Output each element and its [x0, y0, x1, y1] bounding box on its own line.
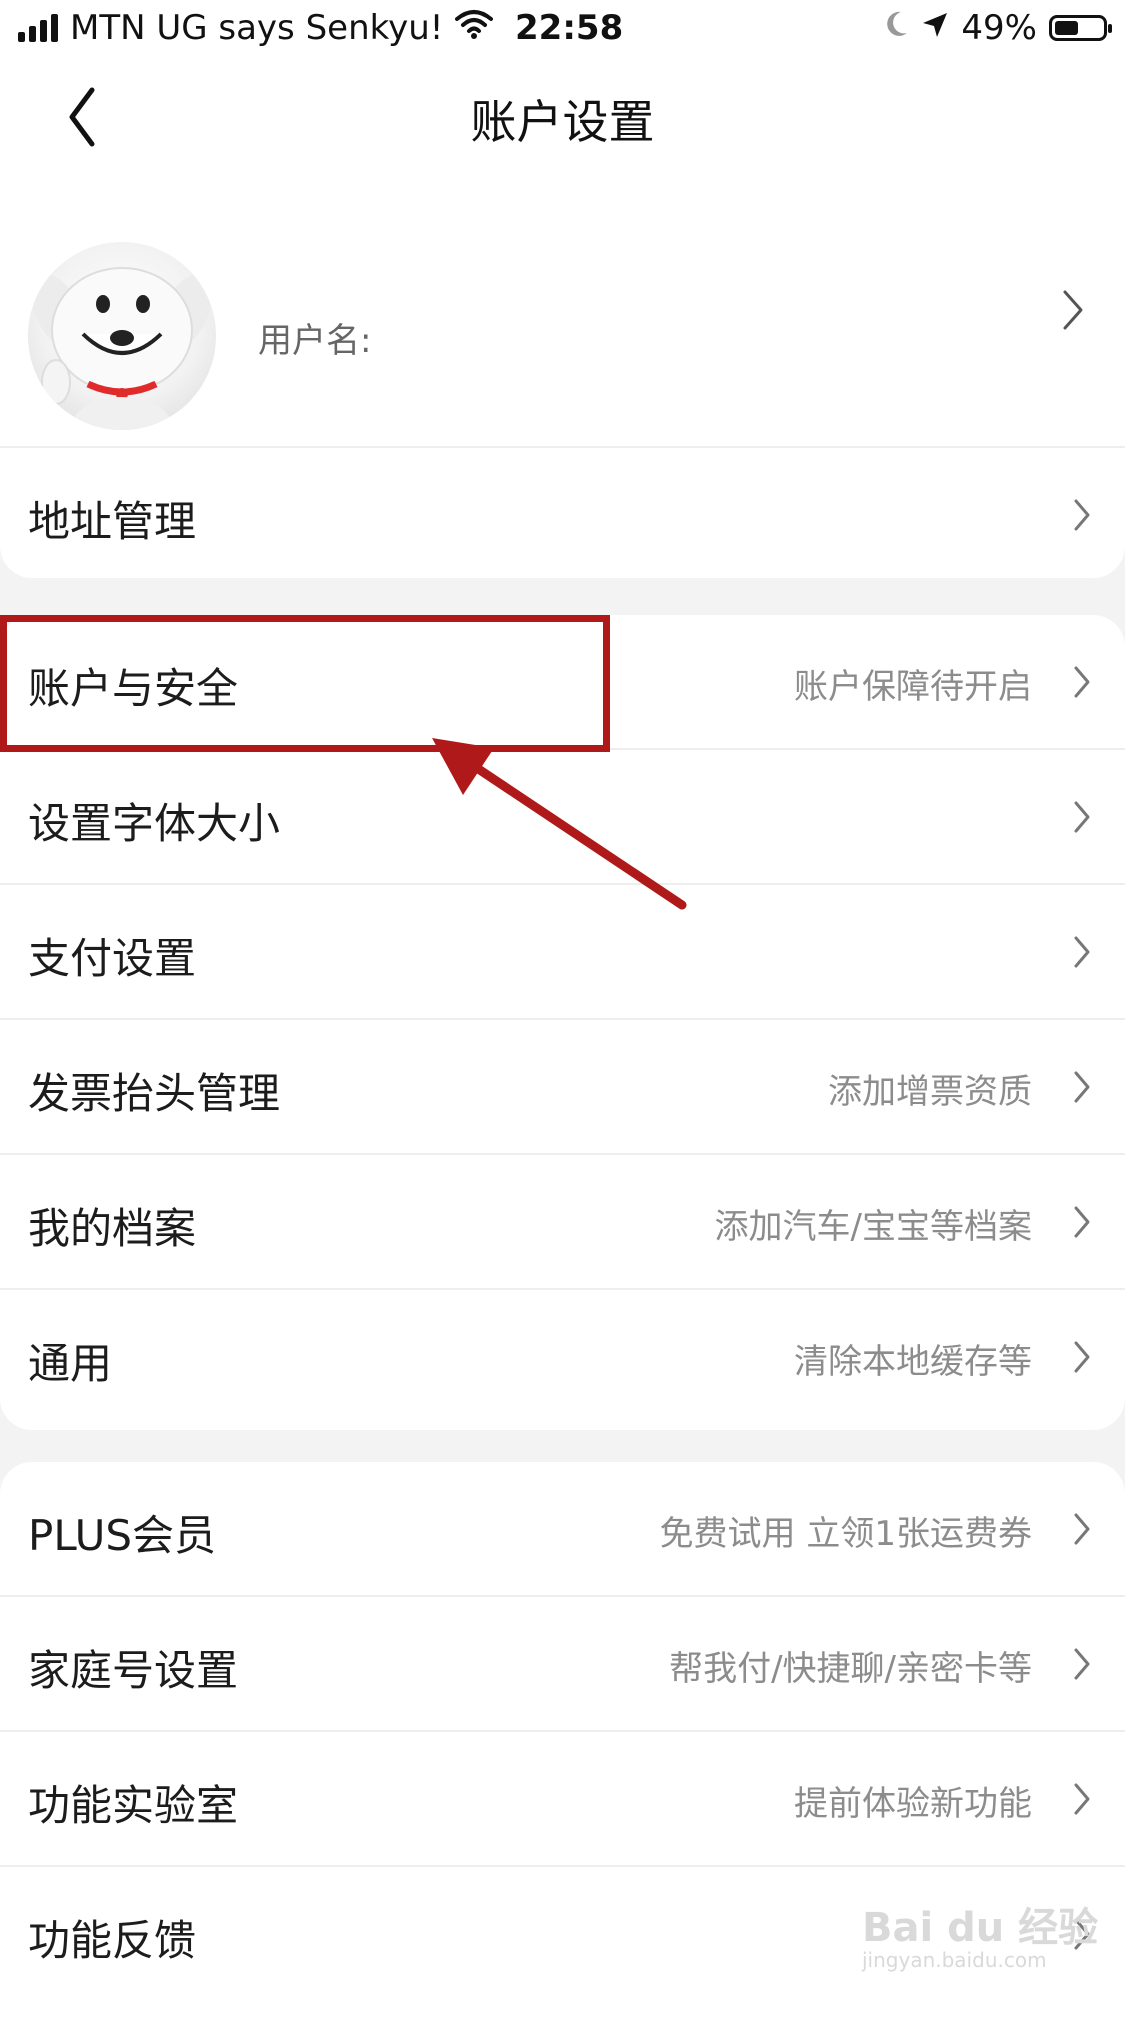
chevron-right-icon — [1073, 1205, 1091, 1243]
row-value: 账户保障待开启 — [794, 667, 1032, 707]
profile-row[interactable]: 用户名: — [0, 178, 1125, 448]
row-label: 设置字体大小 — [28, 799, 281, 848]
battery-icon — [1049, 15, 1112, 41]
clock: 22:58 — [515, 8, 624, 48]
watermark-url: jingyan.baidu.com — [862, 1948, 1047, 1972]
settings-row-family-account[interactable]: 家庭号设置 帮我付/快捷聊/亲密卡等 — [0, 1597, 1125, 1732]
wifi-icon — [455, 8, 494, 48]
page-title: 账户设置 — [470, 95, 655, 149]
signal-icon — [18, 14, 58, 42]
row-value: 清除本地缓存等 — [794, 1342, 1032, 1382]
row-label: 我的档案 — [28, 1204, 197, 1253]
settings-row-general[interactable]: 通用 清除本地缓存等 — [0, 1290, 1125, 1425]
chevron-right-icon — [1061, 288, 1085, 336]
settings-row-plus-membership[interactable]: PLUS会员 免费试用 立领1张运费券 — [0, 1462, 1125, 1597]
chevron-right-icon — [1073, 1340, 1091, 1378]
row-label: 家庭号设置 — [28, 1646, 239, 1695]
row-value: 添加汽车/宝宝等档案 — [714, 1207, 1032, 1247]
moon-icon — [883, 8, 909, 48]
row-label: 功能反馈 — [28, 1916, 197, 1965]
profile-card: 用户名: 地址管理 — [0, 178, 1125, 578]
chevron-right-icon — [1073, 1512, 1091, 1550]
avatar — [28, 242, 216, 430]
chevron-right-icon — [1073, 800, 1091, 838]
chevron-right-icon — [1073, 665, 1091, 703]
carrier-text: MTN UG says Senkyu! — [70, 8, 444, 48]
row-label: 功能实验室 — [28, 1781, 239, 1830]
row-value: 提前体验新功能 — [794, 1784, 1032, 1824]
settings-row-lab[interactable]: 功能实验室 提前体验新功能 — [0, 1732, 1125, 1867]
row-label: 地址管理 — [28, 497, 197, 546]
chevron-right-icon — [1073, 1782, 1091, 1820]
row-label: PLUS会员 — [28, 1511, 217, 1560]
row-value: 帮我付/快捷聊/亲密卡等 — [669, 1649, 1032, 1689]
chevron-right-icon — [1073, 498, 1091, 536]
username-label: 用户名: — [258, 321, 372, 361]
chevron-right-icon — [1073, 935, 1091, 973]
row-label: 发票抬头管理 — [28, 1069, 281, 1118]
settings-row-font-size[interactable]: 设置字体大小 — [0, 750, 1125, 885]
settings-row-address[interactable]: 地址管理 — [0, 448, 1125, 583]
settings-row-payment[interactable]: 支付设置 — [0, 885, 1125, 1020]
row-label: 支付设置 — [28, 934, 197, 983]
settings-row-my-profile[interactable]: 我的档案 添加汽车/宝宝等档案 — [0, 1155, 1125, 1290]
chevron-right-icon — [1073, 1647, 1091, 1685]
row-value: 免费试用 立领1张运费券 — [659, 1514, 1032, 1554]
row-label: 通用 — [28, 1339, 113, 1388]
settings-row-invoice-title[interactable]: 发票抬头管理 添加增票资质 — [0, 1020, 1125, 1155]
location-icon — [921, 8, 949, 48]
highlight-box — [0, 615, 610, 752]
watermark-logo: Bai du 经验 — [862, 1905, 1099, 1951]
nav-bar: 账户设置 — [0, 58, 1125, 178]
row-value: 添加增票资质 — [828, 1072, 1032, 1112]
battery-percent: 49% — [961, 8, 1037, 48]
chevron-right-icon — [1073, 1070, 1091, 1108]
status-bar: MTN UG says Senkyu! 22:58 49% — [0, 0, 1125, 58]
